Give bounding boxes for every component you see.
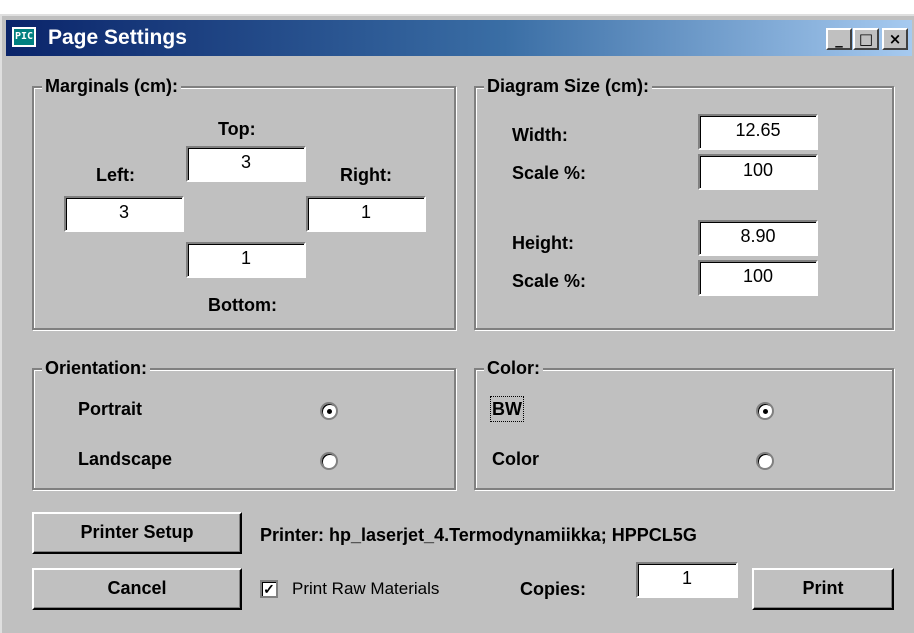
- printer-setup-button[interactable]: Printer Setup: [32, 512, 242, 554]
- diagram-size-legend: Diagram Size (cm):: [484, 75, 653, 97]
- landscape-radio[interactable]: [320, 452, 338, 470]
- bw-radio[interactable]: [756, 402, 774, 420]
- copies-label: Copies:: [520, 579, 587, 599]
- orientation-legend: Orientation:: [42, 357, 150, 379]
- radio-selected-dot: [763, 409, 768, 414]
- app-icon: PIC: [12, 27, 36, 47]
- title-bar[interactable]: PIC Page Settings _ □ ×: [6, 20, 912, 56]
- height-scale-input[interactable]: 100: [698, 260, 818, 296]
- right-margin-input[interactable]: 1: [306, 196, 426, 232]
- width-label: Width:: [512, 125, 568, 145]
- right-margin-label: Right:: [340, 165, 392, 185]
- orientation-group: Orientation:: [32, 357, 456, 490]
- portrait-radio[interactable]: [320, 402, 338, 420]
- window-title: Page Settings: [48, 26, 187, 49]
- left-margin-label: Left:: [96, 165, 135, 185]
- width-input[interactable]: 12.65: [698, 114, 818, 150]
- color-group: Color:: [474, 357, 894, 490]
- cancel-button[interactable]: Cancel: [32, 568, 242, 610]
- width-scale-label: Scale %:: [512, 163, 587, 183]
- margins-legend: Marginals (cm):: [42, 75, 182, 97]
- portrait-label[interactable]: Portrait: [78, 398, 142, 420]
- bottom-margin-input[interactable]: 1: [186, 242, 306, 278]
- height-scale-label: Scale %:: [512, 271, 587, 291]
- top-margin-input[interactable]: 3: [186, 146, 306, 182]
- bottom-margin-label: Bottom:: [208, 295, 277, 315]
- left-margin-input[interactable]: 3: [64, 196, 184, 232]
- maximize-button[interactable]: □: [853, 28, 879, 50]
- height-input[interactable]: 8.90: [698, 220, 818, 256]
- height-label: Height:: [512, 233, 574, 253]
- width-scale-input[interactable]: 100: [698, 154, 818, 190]
- bw-label[interactable]: BW: [490, 396, 524, 422]
- print-raw-materials-checkbox[interactable]: ✓: [260, 580, 278, 598]
- print-raw-materials-label[interactable]: Print Raw Materials: [292, 578, 439, 600]
- close-button[interactable]: ×: [882, 28, 908, 50]
- printer-info: Printer: hp_laserjet_4.Termodynamiikka; …: [260, 525, 697, 545]
- radio-selected-dot: [327, 409, 332, 414]
- checkmark-icon: ✓: [263, 581, 275, 597]
- color-legend: Color:: [484, 357, 543, 379]
- landscape-label[interactable]: Landscape: [78, 448, 172, 470]
- page-settings-window: PIC Page Settings _ □ × Marginals (cm): …: [0, 14, 914, 633]
- print-button[interactable]: Print: [752, 568, 894, 610]
- diagram-size-group: Diagram Size (cm):: [474, 75, 894, 330]
- color-option-label[interactable]: Color: [492, 448, 539, 470]
- minimize-button[interactable]: _: [826, 28, 852, 50]
- copies-input[interactable]: 1: [636, 562, 738, 598]
- color-option-radio[interactable]: [756, 452, 774, 470]
- top-margin-label: Top:: [218, 119, 256, 139]
